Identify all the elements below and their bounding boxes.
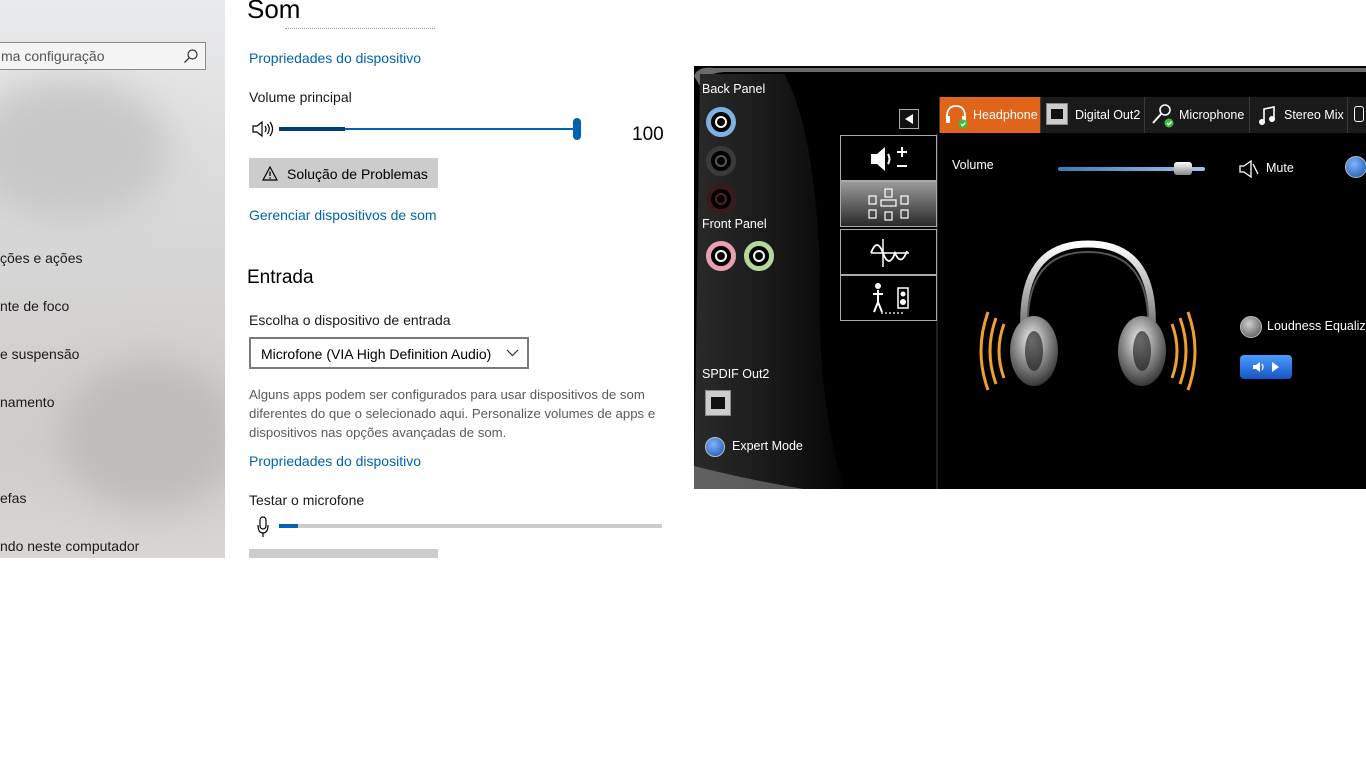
- front-panel-label: Front Panel: [702, 217, 767, 231]
- mute-radio[interactable]: [1345, 156, 1366, 178]
- tab-digital-out2-label: Digital Out2: [1075, 108, 1141, 122]
- sidebar-item-multitasking[interactable]: efas: [0, 490, 26, 506]
- mute-label[interactable]: Mute: [1266, 161, 1294, 175]
- panel-volume-slider[interactable]: [1058, 162, 1205, 175]
- tab-microphone[interactable]: Microphone: [1144, 97, 1249, 133]
- troubleshoot-input-button[interactable]: [249, 549, 438, 558]
- troubleshoot-button[interactable]: Solução de Problemas: [249, 158, 438, 188]
- search-input[interactable]: ma configuração: [0, 42, 206, 70]
- mic-level-fill: [279, 524, 298, 528]
- headphone-tab-icon: [946, 105, 968, 129]
- loudness-equalization-radio[interactable]: [1240, 316, 1262, 338]
- search-placeholder: ma configuração: [1, 48, 105, 64]
- sine-wave-icon: [870, 239, 909, 267]
- sidebar-item-focus-assist[interactable]: nte de foco: [0, 298, 69, 314]
- master-volume-slider[interactable]: [279, 118, 581, 140]
- input-info-line: diferentes do que o selecionado aqui. Pe…: [249, 406, 656, 421]
- microphone-tab-icon: [1152, 104, 1174, 128]
- speaker-layout-button[interactable]: [840, 181, 937, 227]
- input-device-dropdown[interactable]: Microfone (VIA High Definition Audio): [249, 337, 529, 369]
- tab-stereo-mix-label: Stereo Mix: [1284, 108, 1344, 122]
- master-volume-thumb[interactable]: [573, 118, 581, 140]
- headphone-illustration: [979, 240, 1197, 391]
- tab-digital-out2[interactable]: Digital Out2: [1040, 97, 1144, 133]
- input-section-heading: Entrada: [247, 267, 314, 288]
- clipped-text-remnant: [285, 28, 435, 33]
- warning-icon: [262, 166, 278, 181]
- audio-control-panel: Back Panel Front Panel SPDIF Out2 Expert…: [694, 66, 1366, 489]
- input-device-properties-link[interactable]: Propriedades do dispositivo: [249, 453, 421, 469]
- microphone-icon: [257, 516, 269, 537]
- loudness-test-button[interactable]: [1240, 355, 1292, 379]
- sidebar-item-storage[interactable]: namento: [0, 394, 54, 410]
- surround-speakers-icon: [868, 188, 909, 221]
- settings-window: ma configuração ções e ações nte de foco…: [0, 0, 694, 558]
- panel-volume-label: Volume: [952, 158, 994, 172]
- output-device-properties-link[interactable]: Propriedades do dispositivo: [249, 50, 421, 66]
- panel-volume-thumb[interactable]: [1174, 162, 1192, 175]
- optical-port-icon: [1046, 103, 1068, 125]
- settings-content: Som Propriedades do dispositivo Volume p…: [225, 0, 694, 558]
- input-info-line: dispositivos nas opções avançadas de som…: [249, 425, 507, 440]
- input-info-line: Alguns apps podem ser configurados para …: [249, 387, 645, 402]
- troubleshoot-button-label: Solução de Problemas: [287, 166, 428, 182]
- input-device-selected: Microfone (VIA High Definition Audio): [261, 346, 492, 362]
- expert-mode-radio[interactable]: [705, 437, 725, 457]
- speaker-plus-minus-icon: [871, 147, 907, 171]
- loudness-equalization-label: Loudness Equalization: [1267, 319, 1366, 333]
- speaker-volume-icon[interactable]: [252, 120, 274, 138]
- front-panel-jack-pink[interactable]: [706, 241, 736, 271]
- tab-headphone[interactable]: Headphone: [939, 97, 1040, 133]
- expert-mode-label: Expert Mode: [732, 439, 803, 453]
- back-panel-jack-black[interactable]: [706, 146, 736, 176]
- collapse-button[interactable]: [899, 109, 919, 129]
- sidebar-backdrop: [0, 80, 170, 220]
- master-volume-label: Volume principal: [249, 89, 352, 105]
- master-volume-value: 100: [632, 124, 664, 145]
- choose-input-label: Escolha o dispositivo de entrada: [249, 312, 451, 328]
- mute-speaker-icon[interactable]: [1239, 160, 1259, 178]
- back-panel-jack-blue[interactable]: [706, 107, 736, 137]
- front-panel-jack-green[interactable]: [744, 241, 774, 271]
- sidebar-item-projecting[interactable]: ndo neste computador: [0, 538, 139, 554]
- sidebar-item-notifications[interactable]: ções e ações: [0, 250, 83, 266]
- manage-sound-devices-link[interactable]: Gerenciar dispositivos de som: [249, 207, 437, 223]
- sidebar-backdrop: [60, 360, 225, 510]
- input-info-text: Alguns apps podem ser configurados para …: [249, 385, 655, 442]
- speaker-config-button[interactable]: [840, 135, 937, 181]
- master-volume-peak-meter: [279, 127, 345, 131]
- tab-microphone-label: Microphone: [1179, 108, 1245, 122]
- tab-stereo-mix[interactable]: Stereo Mix: [1249, 97, 1347, 133]
- sidebar-item-power-sleep[interactable]: e suspensão: [0, 346, 79, 362]
- back-panel-jack-dark[interactable]: [706, 184, 736, 214]
- speaker-play-icon: [1253, 362, 1279, 372]
- room-correction-button[interactable]: [840, 275, 937, 321]
- equalizer-button[interactable]: [840, 229, 937, 275]
- settings-sidebar: ma configuração ções e ações nte de foco…: [0, 0, 225, 558]
- back-panel-label: Back Panel: [702, 82, 766, 96]
- room-speaker-icon: [873, 283, 909, 314]
- mic-level-meter: [279, 524, 662, 528]
- search-icon: [184, 49, 198, 63]
- spdif-label: SPDIF Out2: [702, 367, 770, 381]
- triangle-left-icon: [905, 114, 913, 124]
- chevron-down-icon: [506, 349, 519, 357]
- test-mic-label: Testar o microfone: [249, 492, 365, 508]
- page-title: Som: [247, 0, 301, 24]
- music-note-icon: [1259, 106, 1275, 125]
- tab-more[interactable]: [1347, 97, 1366, 133]
- spdif-port-icon[interactable]: [705, 390, 731, 416]
- tab-headphone-label: Headphone: [973, 108, 1038, 122]
